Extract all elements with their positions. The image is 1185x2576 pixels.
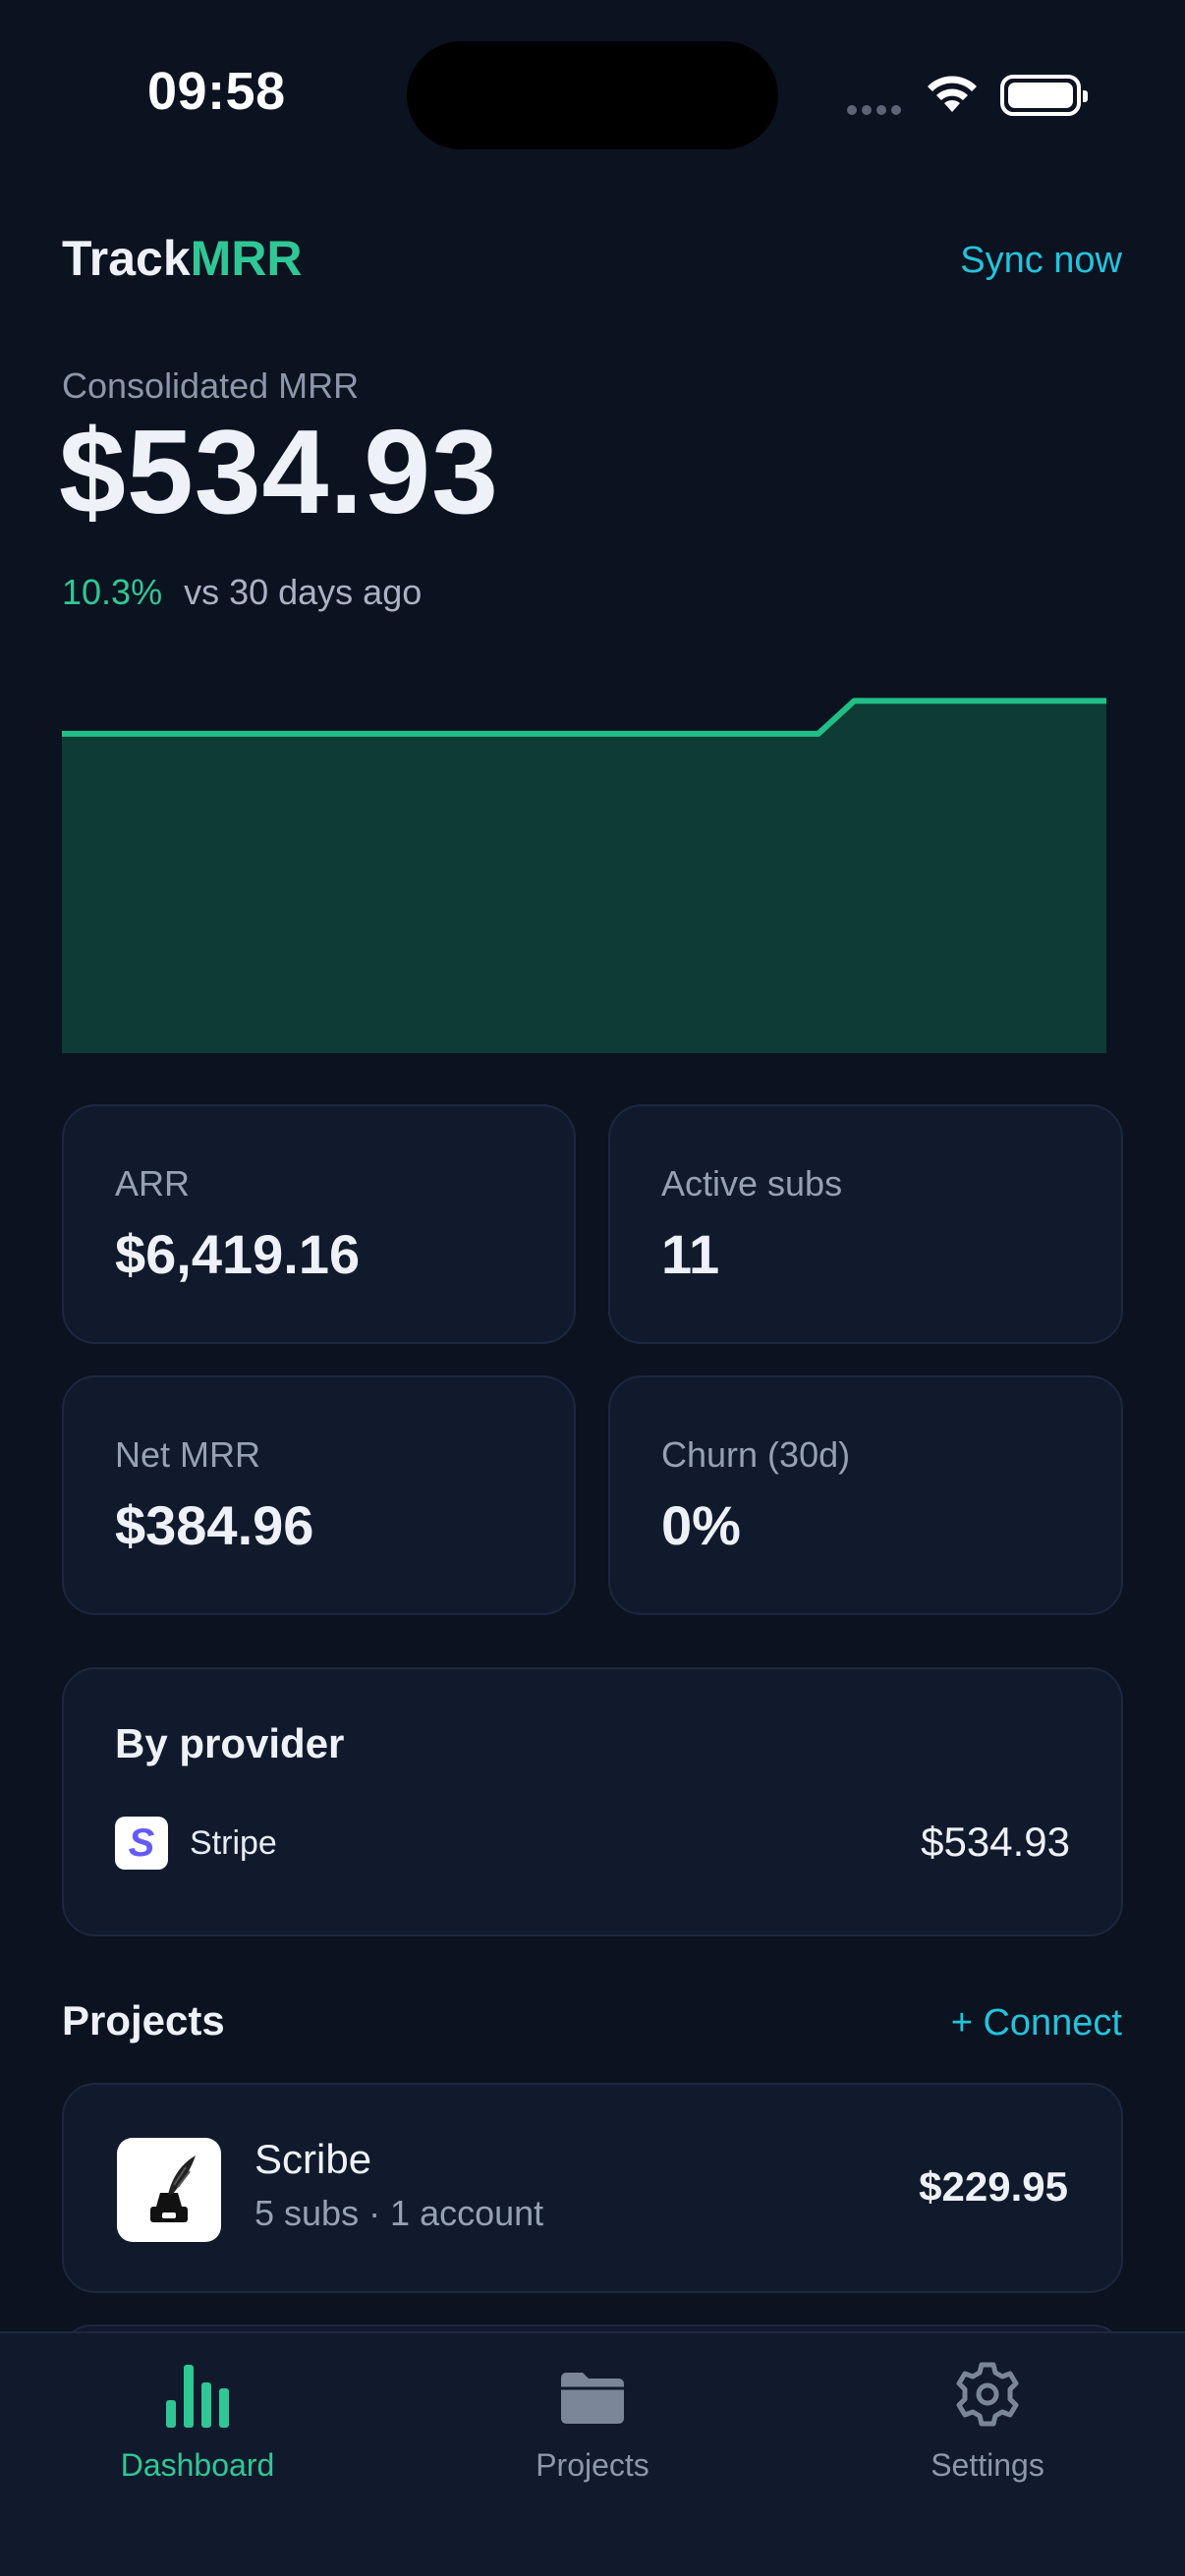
dynamic-island [407, 41, 778, 149]
chart-area-fill [62, 700, 1106, 1053]
tab-settings[interactable]: Settings [790, 2333, 1185, 2530]
stat-card-active-subs: Active subs 11 [608, 1104, 1123, 1344]
tab-dashboard[interactable]: Dashboard [0, 2333, 395, 2530]
status-time: 09:58 [147, 62, 286, 121]
gear-icon [956, 2362, 1019, 2427]
battery-icon [1000, 75, 1088, 116]
status-bar: 09:58 [0, 0, 1185, 196]
brand-part-2: MRR [190, 231, 303, 286]
tab-projects[interactable]: Projects [395, 2333, 790, 2530]
cellular-signal-icon [847, 102, 910, 116]
stripe-logo-icon: S [115, 1817, 168, 1870]
stat-value: 11 [661, 1223, 720, 1285]
stat-label: Net MRR [115, 1434, 261, 1475]
sync-now-button[interactable]: Sync now [960, 240, 1122, 282]
projects-section-title: Projects [62, 1997, 225, 2044]
connect-button[interactable]: + Connect [951, 2002, 1122, 2044]
stat-label: ARR [115, 1163, 191, 1204]
project-row-scribe[interactable]: Scribe 5 subs · 1 account $229.95 [62, 2083, 1123, 2293]
provider-value: $534.93 [921, 1819, 1070, 1865]
mrr-change-label: vs 30 days ago [184, 572, 423, 612]
mrr-label: Consolidated MRR [62, 365, 360, 406]
stat-card-net-mrr: Net MRR $384.96 [62, 1375, 576, 1615]
provider-row-stripe[interactable]: S Stripe $534.93 [115, 1815, 1070, 1870]
app-logo: TrackMRR [62, 230, 303, 287]
stat-value: $6,419.16 [115, 1223, 361, 1285]
tab-bar: Dashboard Projects Settings [0, 2331, 1185, 2576]
tab-label: Settings [931, 2447, 1044, 2483]
folder-icon [561, 2373, 624, 2424]
wifi-icon [928, 76, 977, 112]
stat-card-churn: Churn (30d) 0% [608, 1375, 1123, 1615]
stat-label: Churn (30d) [661, 1434, 851, 1475]
project-name: Scribe [254, 2136, 372, 2182]
brand-part-1: Track [62, 231, 191, 286]
tab-label: Dashboard [120, 2447, 275, 2483]
stat-card-arr: ARR $6,419.16 [62, 1104, 576, 1344]
mrr-area-chart [62, 698, 1106, 1053]
stripe-logo-letter: S [128, 1821, 155, 1865]
project-meta: 5 subs · 1 account [254, 2193, 544, 2233]
tab-label: Projects [536, 2447, 649, 2483]
bar-chart-icon [166, 2365, 229, 2428]
stat-value: 0% [661, 1494, 741, 1556]
mrr-change-percent: 10.3% [62, 572, 163, 612]
provider-card-title: By provider [115, 1720, 345, 1766]
stat-label: Active subs [661, 1163, 843, 1204]
provider-name: Stripe [190, 1824, 277, 1862]
mrr-change: 10.3% vs 30 days ago [62, 572, 422, 613]
project-value: $229.95 [919, 2163, 1068, 2210]
ink-quill-icon [117, 2138, 221, 2242]
stat-value: $384.96 [115, 1494, 314, 1556]
mrr-value: $534.93 [59, 405, 499, 538]
provider-card: By provider S Stripe $534.93 [62, 1667, 1123, 1936]
